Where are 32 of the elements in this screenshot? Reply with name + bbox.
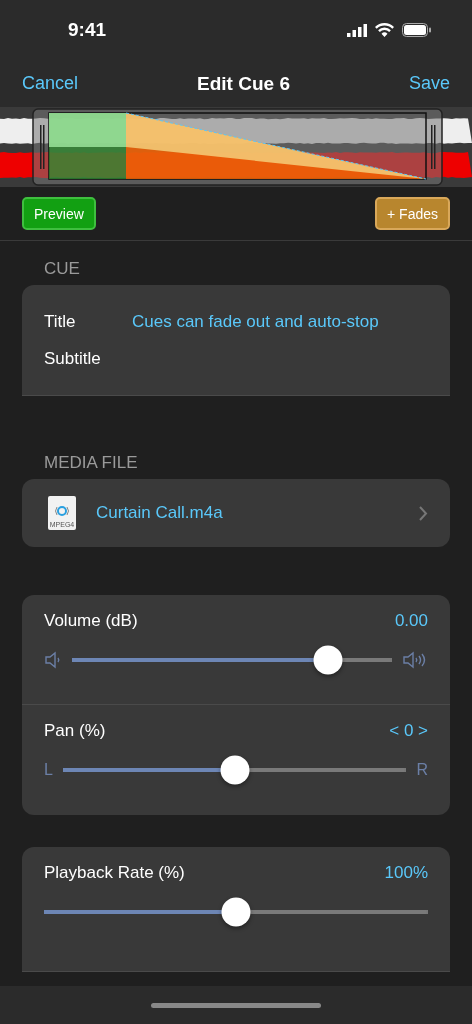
slider-thumb[interactable]	[221, 897, 251, 927]
slider-reading: 0.00	[394, 611, 428, 631]
slider-label: Playback Rate (%)	[44, 863, 185, 883]
cancel-button[interactable]: Cancel	[22, 73, 79, 94]
slider-thumb[interactable]	[313, 645, 343, 675]
slider-label: Volume (dB)	[44, 611, 138, 631]
file-name: Curtain Call.m4a	[96, 503, 224, 523]
save-button[interactable]: Save	[408, 73, 450, 94]
right-label: R	[416, 761, 428, 779]
section-header: CUE	[43, 258, 81, 280]
section-header: MEDIA FILE	[43, 452, 139, 474]
battery-icon	[402, 23, 432, 37]
slider[interactable]	[72, 645, 392, 675]
chevron-icon	[419, 505, 428, 521]
slider-thumb[interactable]	[220, 755, 250, 785]
slider[interactable]	[44, 897, 428, 927]
slider[interactable]	[62, 755, 407, 785]
left-label: L	[44, 761, 53, 779]
signal-icon	[347, 23, 367, 37]
speaker-quiet-icon	[44, 651, 62, 669]
field-label: Subtitle	[44, 348, 102, 369]
status-time: 9:41	[68, 19, 107, 41]
field-label: Title	[44, 311, 77, 332]
slider-label: Pan (%)	[44, 721, 106, 741]
slider-reading: < 0 >	[389, 721, 428, 741]
audio-icon	[54, 504, 70, 518]
slider-reading: 100%	[384, 863, 428, 883]
field-value[interactable]: Cues can fade out and auto-stop	[132, 311, 379, 332]
screen-title: Edit Cue 6	[197, 72, 290, 95]
waveform-drawing[interactable]	[0, 107, 472, 187]
speaker-loud-icon	[402, 651, 428, 669]
wifi-icon	[375, 23, 394, 37]
